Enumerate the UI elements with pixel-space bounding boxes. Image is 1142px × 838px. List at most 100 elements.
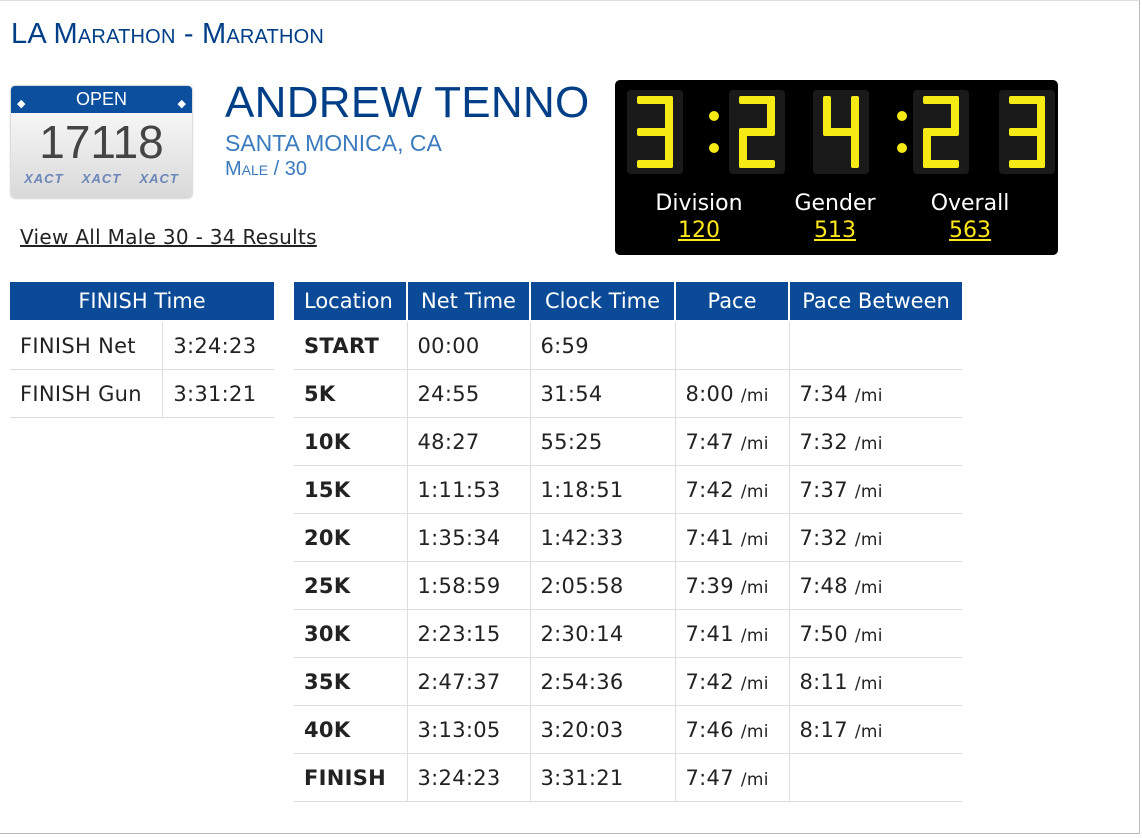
clock-segment-g (1009, 128, 1045, 136)
split-pace-between: 7:50 /mi (789, 609, 962, 658)
split-clock-time: 3:31:21 (530, 753, 676, 802)
split-location: 10K (294, 417, 408, 466)
split-clock-time-value: 2:54:36 (540, 669, 624, 694)
split-net-time-value: 3:13:05 (417, 717, 501, 742)
split-pace-between: 7:37 /mi (789, 465, 962, 514)
split-pace: 7:39 /mi (675, 561, 790, 610)
finish-time-scoreboard: Division 120 Gender 513 Overall 563 (615, 80, 1058, 255)
split-clock-time: 55:25 (530, 417, 676, 466)
split-clock-time: 2:05:58 (530, 561, 676, 610)
column-header-clock-time: Clock Time (530, 282, 676, 322)
table-row: START 00:00 6:59 (294, 321, 962, 370)
clock-segment-c (851, 132, 859, 168)
split-pace-value: 8:00 (685, 381, 734, 406)
pace-unit: /mi (740, 721, 769, 742)
split-location-value: START (304, 333, 380, 358)
split-clock-time: 1:18:51 (530, 465, 676, 514)
split-pace: 7:47 /mi (675, 417, 790, 466)
split-clock-time-value: 1:42:33 (540, 525, 624, 550)
pace-unit: /mi (740, 577, 769, 598)
runner-gender-age: Male / 30 (225, 158, 308, 180)
bib-category: OPEN (75, 89, 127, 109)
split-location: START (294, 321, 408, 370)
split-pace-between-value: 7:32 (799, 429, 848, 454)
rank-label: Gender (794, 191, 876, 216)
clock-segment-b (665, 96, 673, 132)
clock-segment-d (637, 160, 673, 168)
clock-segment-f (823, 96, 831, 132)
split-net-time: 48:27 (407, 417, 531, 466)
rank-value-link[interactable]: 513 (770, 217, 900, 245)
clock-segment-b (767, 96, 775, 132)
split-pace-value: 7:41 (685, 621, 734, 646)
table-row: 20K 1:35:34 1:42:33 7:41 /mi 7:32 /mi (294, 513, 962, 562)
split-location-value: 30K (304, 621, 351, 646)
split-clock-time-value: 2:30:14 (540, 621, 624, 646)
split-net-time: 2:23:15 (407, 609, 531, 658)
clock-segment-b (851, 96, 859, 132)
split-pace-between: 7:32 /mi (789, 513, 962, 562)
split-clock-time: 3:20:03 (530, 705, 676, 754)
split-clock-time-value: 55:25 (540, 429, 603, 454)
splits-table: Location Net Time Clock Time Pace Pace B… (294, 282, 962, 802)
split-location-value: 15K (304, 477, 351, 502)
finish-value: 3:24:23 (162, 321, 274, 370)
table-row: 10K 48:27 55:25 7:47 /mi 7:32 /mi (294, 417, 962, 466)
pace-unit: /mi (740, 481, 769, 502)
split-clock-time-value: 3:31:21 (540, 765, 624, 790)
split-net-time-value: 24:55 (417, 381, 480, 406)
pace-unit: /mi (854, 721, 883, 742)
view-all-results-link[interactable]: View All Male 30 - 34 Results (20, 225, 317, 249)
split-pace: 7:46 /mi (675, 705, 790, 754)
split-pace-between: 8:17 /mi (789, 705, 962, 754)
table-row: FINISH 3:24:23 3:31:21 7:47 /mi (294, 753, 962, 802)
split-location: 15K (294, 465, 408, 514)
clock-colon-dot (709, 111, 719, 121)
table-row: 35K 2:47:37 2:54:36 7:42 /mi 8:11 /mi (294, 657, 962, 706)
pace-unit: /mi (854, 481, 883, 502)
pace-unit: /mi (854, 529, 883, 550)
clock-segment-d (1009, 160, 1045, 168)
split-pace-between-value: 7:48 (799, 573, 848, 598)
split-clock-time-value: 6:59 (540, 333, 589, 358)
rank-value-link[interactable]: 120 (634, 217, 764, 245)
split-clock-time-value: 2:05:58 (540, 573, 624, 598)
runner-name: ANDREW TENNO (225, 78, 590, 127)
split-net-time: 3:13:05 (407, 705, 531, 754)
split-pace-value: 7:42 (685, 477, 734, 502)
column-header-pace-between: Pace Between (789, 282, 962, 322)
split-location: 30K (294, 609, 408, 658)
split-location: 5K (294, 369, 408, 418)
split-net-time: 1:11:53 (407, 465, 531, 514)
split-pace-between-value: 8:11 (799, 669, 848, 694)
split-clock-time: 2:54:36 (530, 657, 676, 706)
rank-overall: Overall 563 (905, 190, 1035, 245)
split-pace-value: 7:41 (685, 525, 734, 550)
table-row: 30K 2:23:15 2:30:14 7:41 /mi 7:50 /mi (294, 609, 962, 658)
split-pace-value: 7:47 (685, 429, 734, 454)
split-pace-between (789, 321, 962, 370)
clock-colon-dot (897, 111, 907, 121)
pace-unit: /mi (740, 433, 769, 454)
bib-sponsor-logos: XACT XACT XACT (11, 171, 192, 186)
finish-value: 3:31:21 (162, 369, 274, 418)
split-net-time: 00:00 (407, 321, 531, 370)
split-location-value: 20K (304, 525, 351, 550)
sponsor-logo: XACT (139, 171, 179, 186)
rank-value-link[interactable]: 563 (905, 217, 1035, 245)
clock-segment-g (739, 128, 775, 136)
rank-gender: Gender 513 (770, 190, 900, 245)
split-location-value: 40K (304, 717, 351, 742)
split-pace-value: 7:47 (685, 765, 734, 790)
race-bib: ◆ OPEN ◆ 17118 XACT XACT XACT (11, 86, 192, 198)
split-location: 35K (294, 657, 408, 706)
split-pace-between-value: 7:50 (799, 621, 848, 646)
column-header-pace: Pace (675, 282, 790, 322)
split-location-value: 5K (304, 381, 336, 406)
table-row: 40K 3:13:05 3:20:03 7:46 /mi 8:17 /mi (294, 705, 962, 754)
split-net-time: 1:58:59 (407, 561, 531, 610)
split-location-value: 35K (304, 669, 351, 694)
split-clock-time-value: 31:54 (540, 381, 603, 406)
rank-label: Overall (930, 191, 1010, 216)
split-pace-value: 7:39 (685, 573, 734, 598)
